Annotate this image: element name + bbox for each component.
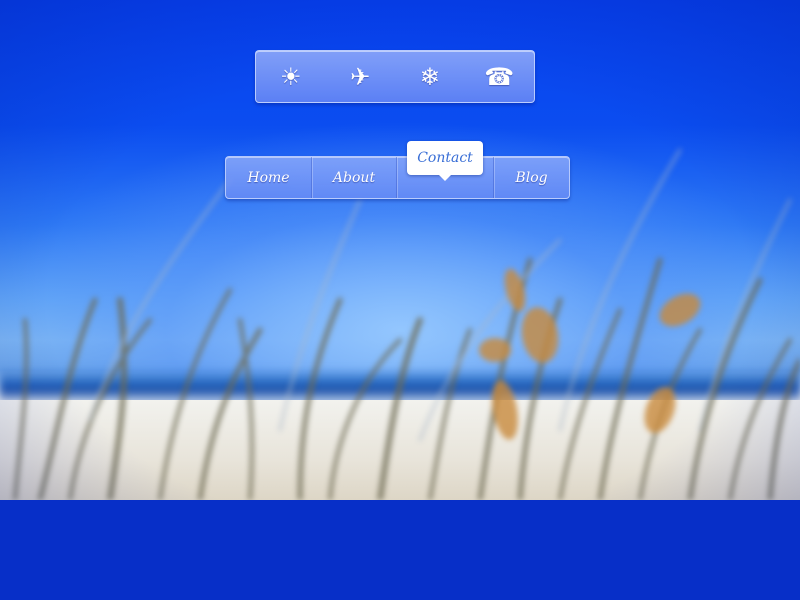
- nav-item-label: Home: [247, 169, 290, 186]
- nav-item-label: About: [332, 169, 376, 186]
- bottom-band: [0, 500, 800, 600]
- nav-item-about[interactable]: About: [311, 157, 396, 198]
- snowflake-icon[interactable]: ❄: [395, 50, 465, 103]
- nav-item-blog[interactable]: Blog: [493, 157, 569, 198]
- sun-icon[interactable]: ☀: [256, 50, 326, 103]
- icon-toolbar: ☀ ✈ ❄ ☎: [255, 50, 535, 103]
- main-nav: Home About Contact Blog: [225, 141, 570, 199]
- nav-item-label: Contact: [417, 150, 473, 166]
- telephone-icon[interactable]: ☎: [465, 50, 535, 103]
- nav-item-home[interactable]: Home: [226, 157, 311, 198]
- nav-item-label: Blog: [515, 169, 548, 186]
- active-item-tooltip[interactable]: Contact: [407, 141, 483, 181]
- nav-item-contact[interactable]: Contact: [396, 141, 493, 198]
- airplane-icon[interactable]: ✈: [326, 50, 396, 103]
